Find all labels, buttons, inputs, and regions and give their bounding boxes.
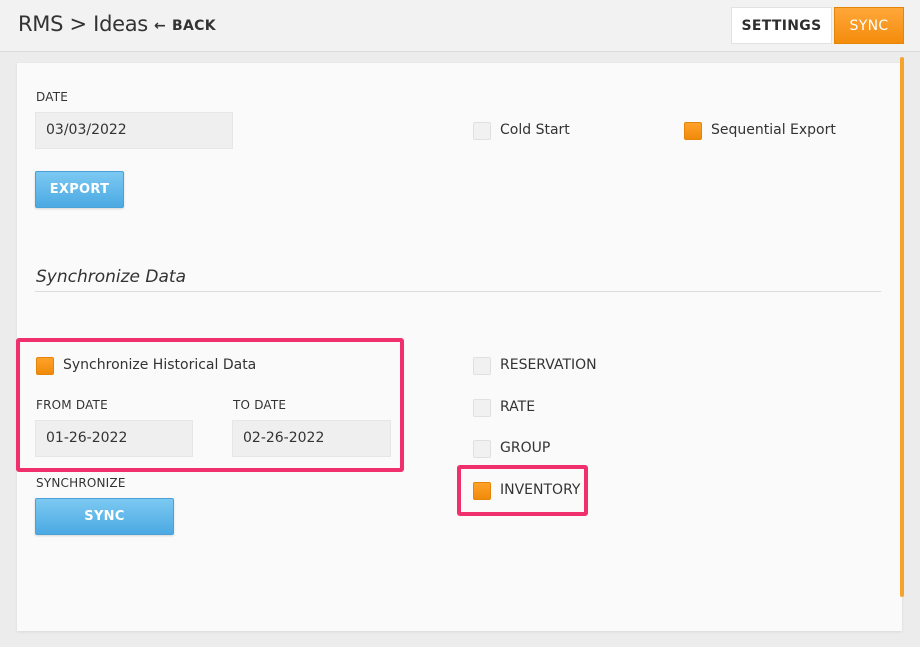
- back-label: BACK: [172, 18, 216, 34]
- top-bar: RMS > Ideas ← BACK SETTINGS SYNC: [0, 0, 920, 52]
- sync-button[interactable]: SYNC: [35, 498, 174, 535]
- reservation-label: RESERVATION: [500, 357, 597, 373]
- inventory-label: INVENTORY: [500, 482, 581, 498]
- back-button[interactable]: ← BACK: [154, 18, 216, 34]
- from-date-label: FROM DATE: [36, 398, 108, 412]
- historical-data-checkbox[interactable]: [36, 357, 54, 375]
- page-title: RMS > Ideas: [18, 12, 148, 36]
- left-arrow-icon: ←: [154, 18, 167, 34]
- inventory-checkbox[interactable]: [473, 482, 491, 500]
- sequential-export-checkbox[interactable]: [684, 122, 702, 140]
- section-title: Synchronize Data: [36, 267, 187, 287]
- export-button[interactable]: EXPORT: [35, 171, 124, 208]
- section-divider: [35, 291, 881, 292]
- date-label: DATE: [36, 90, 69, 104]
- synchronize-label: SYNCHRONIZE: [36, 476, 126, 490]
- sync-top-button[interactable]: SYNC: [834, 7, 904, 44]
- from-date-input[interactable]: 01-26-2022: [35, 420, 193, 457]
- to-date-input[interactable]: 02-26-2022: [232, 420, 391, 457]
- historical-data-label: Synchronize Historical Data: [63, 357, 257, 373]
- rate-checkbox[interactable]: [473, 399, 491, 417]
- cold-start-checkbox[interactable]: [473, 122, 491, 140]
- cold-start-label: Cold Start: [500, 122, 570, 138]
- to-date-label: TO DATE: [233, 398, 287, 412]
- group-checkbox[interactable]: [473, 440, 491, 458]
- scrollbar[interactable]: [900, 57, 904, 597]
- group-label: GROUP: [500, 440, 551, 456]
- settings-button[interactable]: SETTINGS: [731, 7, 832, 44]
- sequential-export-label: Sequential Export: [711, 122, 836, 138]
- reservation-checkbox[interactable]: [473, 357, 491, 375]
- date-input[interactable]: 03/03/2022: [35, 112, 233, 149]
- rate-label: RATE: [500, 399, 536, 415]
